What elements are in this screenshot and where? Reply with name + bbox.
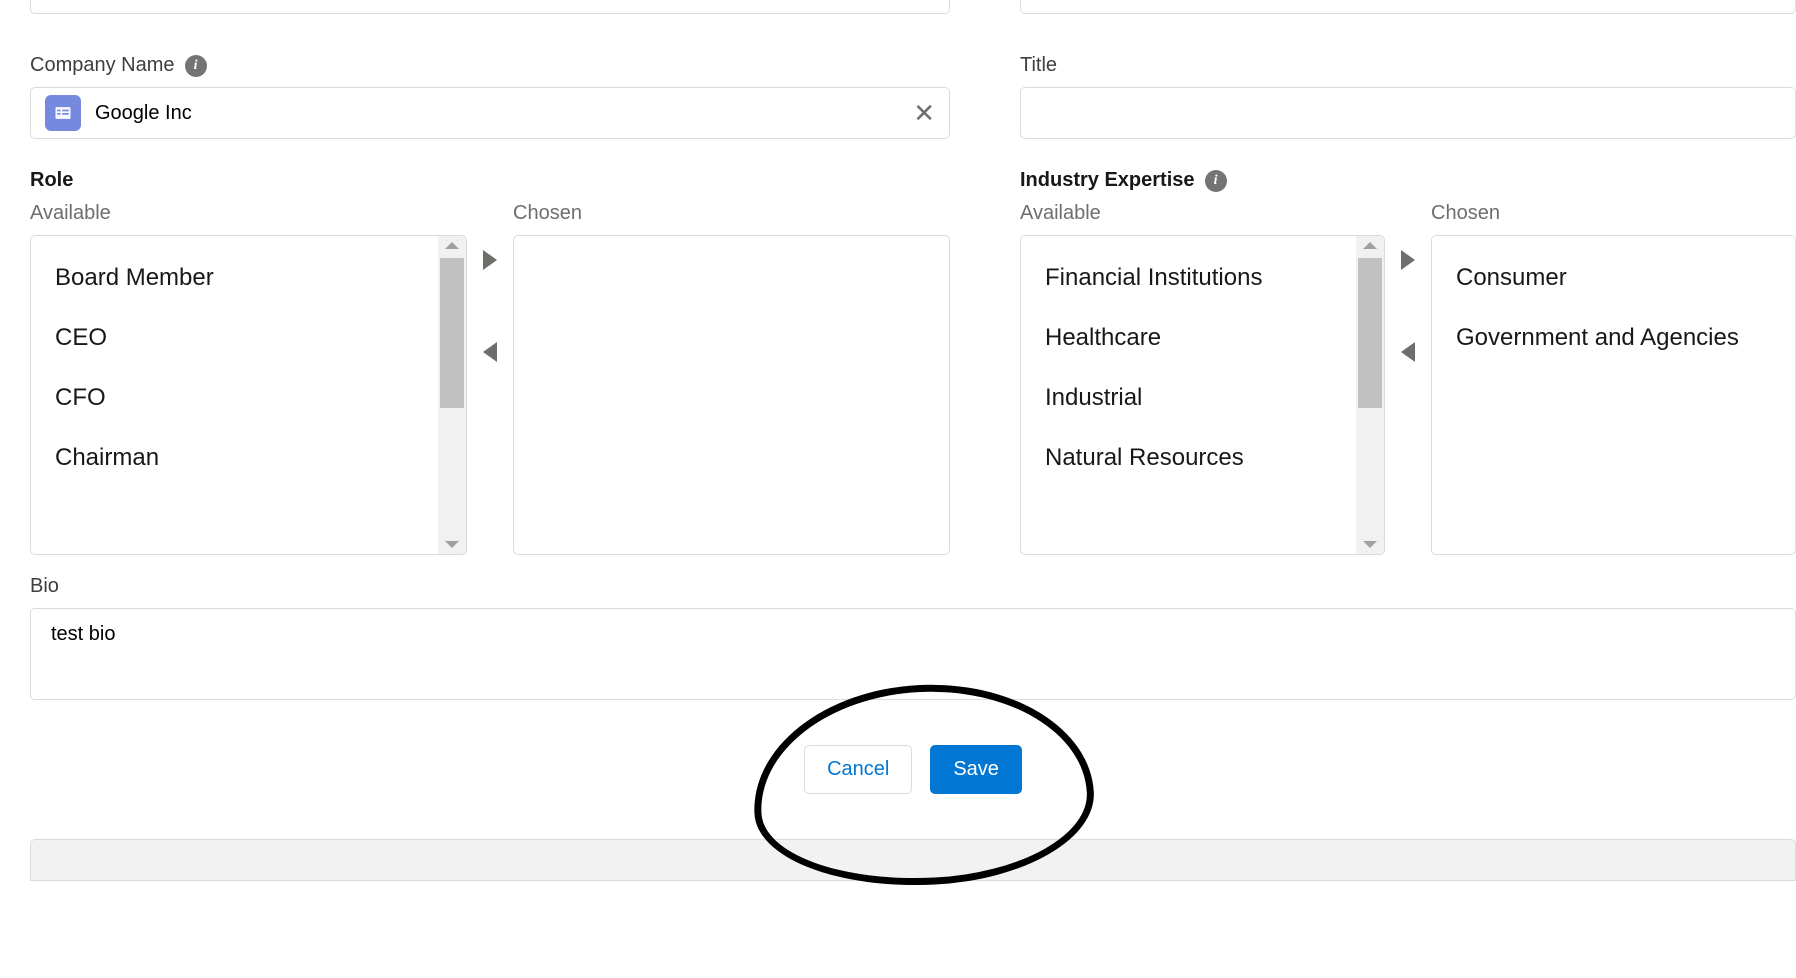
list-item[interactable]: Financial Institutions [1021,248,1356,308]
industry-available-label: Available [1020,202,1385,225]
list-item[interactable]: Board Member [31,248,438,308]
bio-textarea[interactable] [51,623,1775,669]
list-item[interactable]: Natural Resources [1021,428,1356,488]
move-left-icon[interactable] [483,342,497,362]
industry-chosen-label: Chosen [1431,202,1796,225]
cancel-button[interactable]: Cancel [804,745,912,794]
cutoff-input-left [30,0,950,14]
list-item[interactable]: Consumer [1432,248,1795,308]
company-name-label: Company Name i [30,54,950,77]
scroll-thumb[interactable] [440,258,464,408]
industry-section-label: Industry Expertise i [1020,169,1796,192]
save-button[interactable]: Save [930,745,1022,794]
company-name-input[interactable] [95,102,899,125]
scroll-up-icon[interactable] [1363,242,1377,249]
bio-textarea-wrapper[interactable] [30,608,1796,700]
move-left-icon[interactable] [1401,342,1415,362]
move-right-icon[interactable] [1401,250,1415,270]
scroll-up-icon[interactable] [445,242,459,249]
list-item[interactable]: CEO [31,308,438,368]
company-name-label-text: Company Name [30,54,175,77]
close-icon[interactable]: ✕ [913,100,935,126]
title-label: Title [1020,54,1796,77]
bottom-strip [30,839,1796,881]
company-name-input-wrapper[interactable]: ✕ [30,87,950,139]
title-label-text: Title [1020,54,1057,77]
move-right-icon[interactable] [483,250,497,270]
list-item[interactable]: Healthcare [1021,308,1356,368]
list-item[interactable]: Chairman [31,428,438,488]
title-input-wrapper[interactable] [1020,87,1796,139]
list-item[interactable]: Government and Agencies [1432,308,1795,368]
role-available-listbox[interactable]: Board Member CEO CFO Chairman [30,235,467,555]
role-chosen-listbox[interactable] [513,235,950,555]
account-icon [45,95,81,131]
bio-label: Bio [30,575,1796,598]
title-input[interactable] [1035,102,1781,125]
cutoff-input-right [1020,0,1796,14]
industry-available-listbox[interactable]: Financial Institutions Healthcare Indust… [1020,235,1385,555]
list-item[interactable]: CFO [31,368,438,428]
scrollbar[interactable] [438,236,466,554]
info-icon[interactable]: i [185,55,207,77]
info-icon[interactable]: i [1205,170,1227,192]
role-available-label: Available [30,202,467,225]
scroll-down-icon[interactable] [445,541,459,548]
scrollbar[interactable] [1356,236,1384,554]
role-section-label: Role [30,169,950,192]
scroll-thumb[interactable] [1358,258,1382,408]
list-item[interactable]: Industrial [1021,368,1356,428]
role-chosen-label: Chosen [513,202,950,225]
scroll-down-icon[interactable] [1363,541,1377,548]
industry-chosen-listbox[interactable]: Consumer Government and Agencies [1431,235,1796,555]
